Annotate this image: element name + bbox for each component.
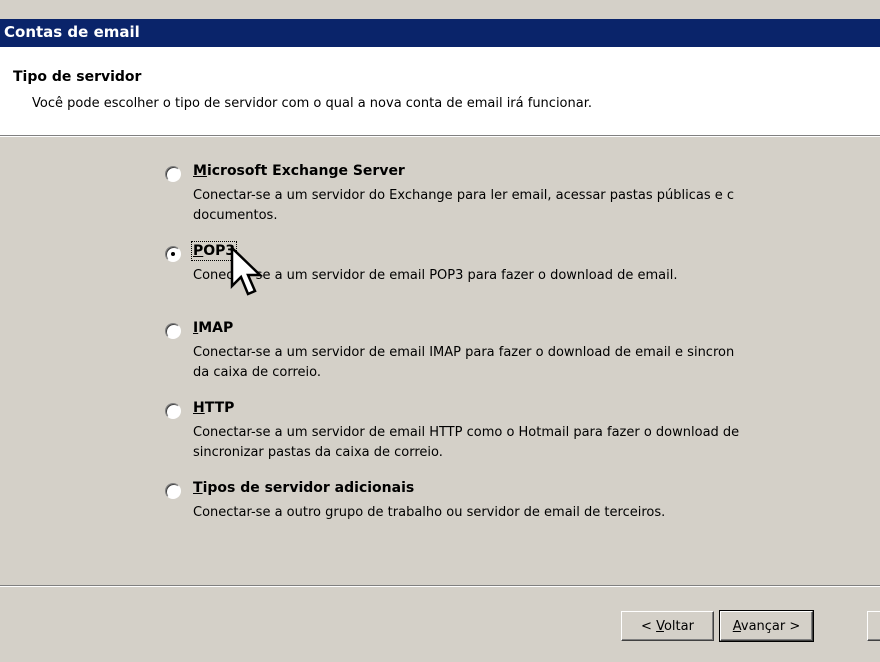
email-accounts-dialog: Contas de email Tipo de servidor Você po… [0, 0, 880, 662]
footer-divider [0, 585, 880, 587]
radio-button-icon[interactable] [165, 166, 181, 182]
page-title: Tipo de servidor [13, 69, 142, 85]
option-exchange-label[interactable]: Microsoft Exchange Server [193, 163, 405, 179]
wizard-header: Tipo de servidor Você pode escolher o ti… [0, 47, 880, 135]
option-http-label[interactable]: HTTP [193, 400, 234, 416]
option-imap-label[interactable]: IMAP [193, 320, 233, 336]
next-button[interactable]: Avançar > [719, 610, 814, 642]
radio-button-icon[interactable] [165, 403, 181, 419]
title-bar[interactable]: Contas de email [0, 19, 880, 47]
mouse-pointer-icon [230, 246, 264, 296]
radio-button-icon[interactable] [165, 246, 181, 262]
page-subtitle: Você pode escolher o tipo de servidor co… [32, 96, 593, 111]
cancel-button[interactable] [867, 611, 880, 641]
radio-button-icon[interactable] [165, 323, 181, 339]
header-divider [0, 135, 880, 137]
radio-button-icon[interactable] [165, 483, 181, 499]
radio-selected-dot [171, 252, 175, 256]
wizard-buttons: < Voltar Avançar > [0, 603, 880, 662]
option-exchange-description: Conectar-se a um servidor do Exchange pa… [193, 188, 735, 223]
option-additional-types-label[interactable]: Tipos de servidor adicionais [193, 480, 414, 496]
window-title: Contas de email [4, 23, 140, 41]
option-pop3-label[interactable]: POP3 [190, 241, 238, 261]
option-pop3-description: Conectar-se a um servidor de email POP3 … [193, 268, 678, 283]
option-additional-types-description: Conectar-se a outro grupo de trabalho ou… [193, 505, 666, 520]
option-imap-description: Conectar-se a um servidor de email IMAP … [193, 345, 735, 380]
back-button[interactable]: < Voltar [621, 611, 714, 641]
option-http-description: Conectar-se a um servidor de email HTTP … [193, 425, 740, 460]
